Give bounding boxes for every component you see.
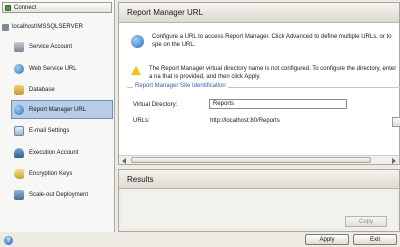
sidebar-item-web-service-url[interactable]: Web Service URL xyxy=(12,61,112,77)
sidebar-item-label: Report Manager URL xyxy=(29,106,87,113)
globe-icon xyxy=(14,64,24,74)
server-instance: localhost\MSSQLSERVER xyxy=(2,22,112,32)
sidebar: Connect localhost\MSSQLSERVER Service Ac… xyxy=(0,0,115,232)
results-title: Results xyxy=(119,170,399,189)
results-panel: Results Copy xyxy=(118,169,400,232)
sidebar-item-service-account[interactable]: Service Account xyxy=(12,39,112,55)
email-icon xyxy=(14,126,24,136)
sidebar-item-email-settings[interactable]: E-mail Settings xyxy=(12,123,112,139)
execution-account-icon xyxy=(14,148,24,158)
site-identification-group: Report Manager Site Identification Virtu… xyxy=(127,83,400,132)
sidebar-item-encryption-keys[interactable]: Encryption Keys xyxy=(12,166,112,182)
connect-label: Connect xyxy=(14,4,37,11)
group-label: Report Manager Site Identification xyxy=(133,83,228,89)
warning-text: The Report Manager virtual directory nam… xyxy=(149,66,397,80)
report-manager-panel: Report Manager URL Configure a URL to ac… xyxy=(118,2,400,165)
key-icon xyxy=(14,169,24,179)
virtual-directory-label: Virtual Directory: xyxy=(133,102,178,108)
intro-text: Configure a URL to access Report Manager… xyxy=(152,34,392,48)
server-label: localhost\MSSQLSERVER xyxy=(12,24,83,30)
globe-icon xyxy=(14,104,24,115)
urls-label: URLs: xyxy=(133,118,150,124)
sidebar-item-label: Database xyxy=(29,87,55,93)
scroll-right-icon[interactable] xyxy=(392,158,396,164)
url-link[interactable]: http://localhost:80/Reports xyxy=(210,118,280,124)
copy-button[interactable]: Copy xyxy=(345,216,387,227)
page-title: Report Manager URL xyxy=(119,3,399,23)
sidebar-item-execution-account[interactable]: Execution Account xyxy=(12,145,112,161)
sidebar-item-scale-out-deployment[interactable]: Scale-out Deployment xyxy=(12,187,112,203)
globe-icon xyxy=(131,35,144,48)
sidebar-item-label: Execution Account xyxy=(29,150,79,156)
connect-icon xyxy=(5,4,11,11)
connect-button[interactable]: Connect xyxy=(2,2,112,13)
virtual-directory-value: Reports xyxy=(213,101,235,107)
scroll-thumb[interactable] xyxy=(131,157,371,163)
scroll-left-icon[interactable] xyxy=(122,158,126,164)
sidebar-item-database[interactable]: Database xyxy=(12,82,112,98)
sidebar-item-label: Encryption Keys xyxy=(29,171,73,177)
scale-out-icon xyxy=(14,190,24,200)
virtual-directory-input[interactable]: Reports xyxy=(209,99,347,109)
warning-icon xyxy=(131,66,141,75)
service-account-icon xyxy=(14,42,24,52)
sidebar-item-label: Service Account xyxy=(29,44,73,50)
intro: Configure a URL to access Report Manager… xyxy=(131,33,399,49)
server-icon xyxy=(2,23,9,31)
main-content: Report Manager URL Configure a URL to ac… xyxy=(118,2,400,232)
help-icon[interactable]: ? xyxy=(4,236,13,245)
sidebar-item-label: E-mail Settings xyxy=(29,128,70,134)
apply-button[interactable]: Apply xyxy=(305,234,349,245)
sidebar-item-report-manager-url[interactable]: Report Manager URL xyxy=(11,100,113,119)
warning: The Report Manager virtual directory nam… xyxy=(131,65,399,81)
exit-button[interactable]: Exit xyxy=(353,234,397,245)
horizontal-scrollbar[interactable] xyxy=(119,155,399,164)
sidebar-item-label: Scale-out Deployment xyxy=(29,192,89,198)
advanced-button[interactable] xyxy=(392,117,400,127)
database-icon xyxy=(14,85,24,95)
sidebar-item-label: Web Service URL xyxy=(29,66,77,72)
